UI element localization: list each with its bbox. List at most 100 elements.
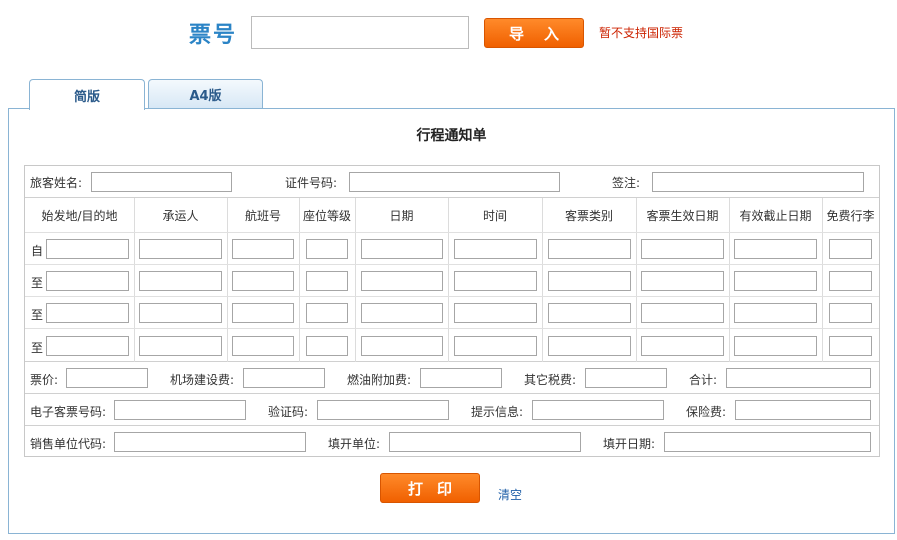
total-input[interactable] [726, 368, 871, 388]
carrier-input[interactable] [139, 303, 222, 323]
itinerary-panel: 行程通知单 旅客姓名: 证件号码: 签注: 始发地/目的地 承运人 航班号 座位… [8, 108, 895, 534]
verification-code-label: 验证码: [268, 405, 309, 419]
header-origin-destination: 始发地/目的地 [41, 208, 118, 223]
carrier-input[interactable] [139, 239, 222, 259]
airport-fee-input[interactable] [243, 368, 325, 388]
import-button[interactable]: 导入 [484, 18, 584, 48]
passenger-row: 旅客姓名: 证件号码: 签注: [25, 166, 879, 198]
header-valid-from: 客票生效日期 [646, 208, 719, 223]
panel-title: 行程通知单 [416, 128, 487, 144]
origin-input[interactable] [46, 239, 129, 259]
ticket-number-input[interactable] [251, 16, 469, 49]
seat-class-input[interactable] [306, 336, 348, 356]
destination-input[interactable] [46, 271, 129, 291]
ticket-type-input[interactable] [548, 336, 631, 356]
hint-info-input[interactable] [532, 400, 664, 420]
print-button[interactable]: 打印 [380, 473, 480, 503]
flight-row-prefix: 至 [31, 276, 44, 290]
seat-class-input[interactable] [306, 303, 348, 323]
flight-row-prefix: 至 [31, 341, 44, 355]
date-input[interactable] [361, 303, 443, 323]
flight-row: 至 [25, 264, 879, 296]
flight-row: 至 [25, 328, 879, 362]
flight-number-input[interactable] [232, 336, 294, 356]
header-seat-class: 座位等级 [302, 208, 351, 223]
date-input[interactable] [361, 336, 443, 356]
issuing-unit-label: 填开单位: [328, 437, 381, 451]
carrier-input[interactable] [139, 336, 222, 356]
id-number-input[interactable] [349, 172, 560, 192]
time-input[interactable] [454, 271, 537, 291]
eticket-number-input[interactable] [114, 400, 246, 420]
endorsement-input[interactable] [652, 172, 864, 192]
fuel-surcharge-input[interactable] [420, 368, 502, 388]
insurance-label: 保险费: [686, 405, 727, 419]
free-baggage-input[interactable] [829, 303, 872, 323]
valid-from-input[interactable] [641, 239, 724, 259]
seat-class-input[interactable] [306, 271, 348, 291]
time-input[interactable] [454, 303, 537, 323]
hint-info-label: 提示信息: [471, 405, 524, 419]
ticket-type-input[interactable] [548, 271, 631, 291]
header-free-baggage: 免费行李 [826, 208, 875, 223]
passenger-name-input[interactable] [91, 172, 232, 192]
valid-from-input[interactable] [641, 303, 724, 323]
issuing-unit-input[interactable] [389, 432, 581, 452]
tab-a4[interactable]: A4版 [148, 79, 263, 109]
seat-class-input[interactable] [306, 239, 348, 259]
header-flight-number: 航班号 [244, 208, 281, 223]
time-input[interactable] [454, 336, 537, 356]
date-input[interactable] [361, 271, 443, 291]
header-carrier: 承运人 [162, 208, 199, 223]
valid-from-input[interactable] [641, 271, 724, 291]
issue-date-label: 填开日期: [603, 437, 656, 451]
total-label: 合计: [689, 373, 718, 387]
date-input[interactable] [361, 239, 443, 259]
agent-code-label: 销售单位代码: [30, 437, 107, 451]
valid-until-input[interactable] [734, 271, 817, 291]
valid-until-input[interactable] [734, 303, 817, 323]
issue-date-input[interactable] [664, 432, 871, 452]
header-valid-until: 有效截止日期 [739, 208, 812, 223]
fare-label: 票价: [30, 373, 59, 387]
flight-number-input[interactable] [232, 271, 294, 291]
id-number-label: 证件号码: [285, 176, 338, 190]
endorsement-label: 签注: [612, 176, 641, 190]
ticket-number-label: 票号 [189, 23, 238, 48]
itinerary-form: 旅客姓名: 证件号码: 签注: 始发地/目的地 承运人 航班号 座位等级 日期 … [24, 165, 880, 457]
valid-from-input[interactable] [641, 336, 724, 356]
flight-row-prefix: 自 [31, 244, 44, 258]
header-ticket-type: 客票类别 [564, 208, 613, 223]
header-date: 日期 [389, 208, 414, 223]
flight-row: 自 [25, 232, 879, 264]
valid-until-input[interactable] [734, 336, 817, 356]
flight-number-input[interactable] [232, 239, 294, 259]
international-not-supported-note: 暂不支持国际票 [599, 26, 684, 40]
header-time: 时间 [482, 208, 507, 223]
destination-input[interactable] [46, 303, 129, 323]
free-baggage-input[interactable] [829, 271, 872, 291]
eticket-number-label: 电子客票号码: [30, 405, 107, 419]
ticket-type-input[interactable] [548, 303, 631, 323]
insurance-input[interactable] [735, 400, 871, 420]
tab-simple[interactable]: 简版 [29, 79, 145, 110]
valid-until-input[interactable] [734, 239, 817, 259]
other-tax-label: 其它税费: [524, 373, 577, 387]
flight-number-input[interactable] [232, 303, 294, 323]
free-baggage-input[interactable] [829, 239, 872, 259]
time-input[interactable] [454, 239, 537, 259]
verification-code-input[interactable] [317, 400, 449, 420]
destination-input[interactable] [46, 336, 129, 356]
other-tax-input[interactable] [585, 368, 667, 388]
fare-row: 票价: 机场建设费: 燃油附加费: 其它税费: 合计: [25, 362, 879, 394]
free-baggage-input[interactable] [829, 336, 872, 356]
eticket-row: 电子客票号码: 验证码: 提示信息: 保险费: [25, 394, 879, 426]
agent-code-input[interactable] [114, 432, 306, 452]
clear-link[interactable]: 清空 [498, 486, 522, 503]
carrier-input[interactable] [139, 271, 222, 291]
flight-row: 至 [25, 296, 879, 328]
import-bar: 票号 导入 暂不支持国际票 [0, 0, 897, 60]
fare-input[interactable] [66, 368, 148, 388]
ticket-type-input[interactable] [548, 239, 631, 259]
flight-grid: 始发地/目的地 承运人 航班号 座位等级 日期 时间 客票类别 客票生效日期 有… [25, 198, 879, 362]
